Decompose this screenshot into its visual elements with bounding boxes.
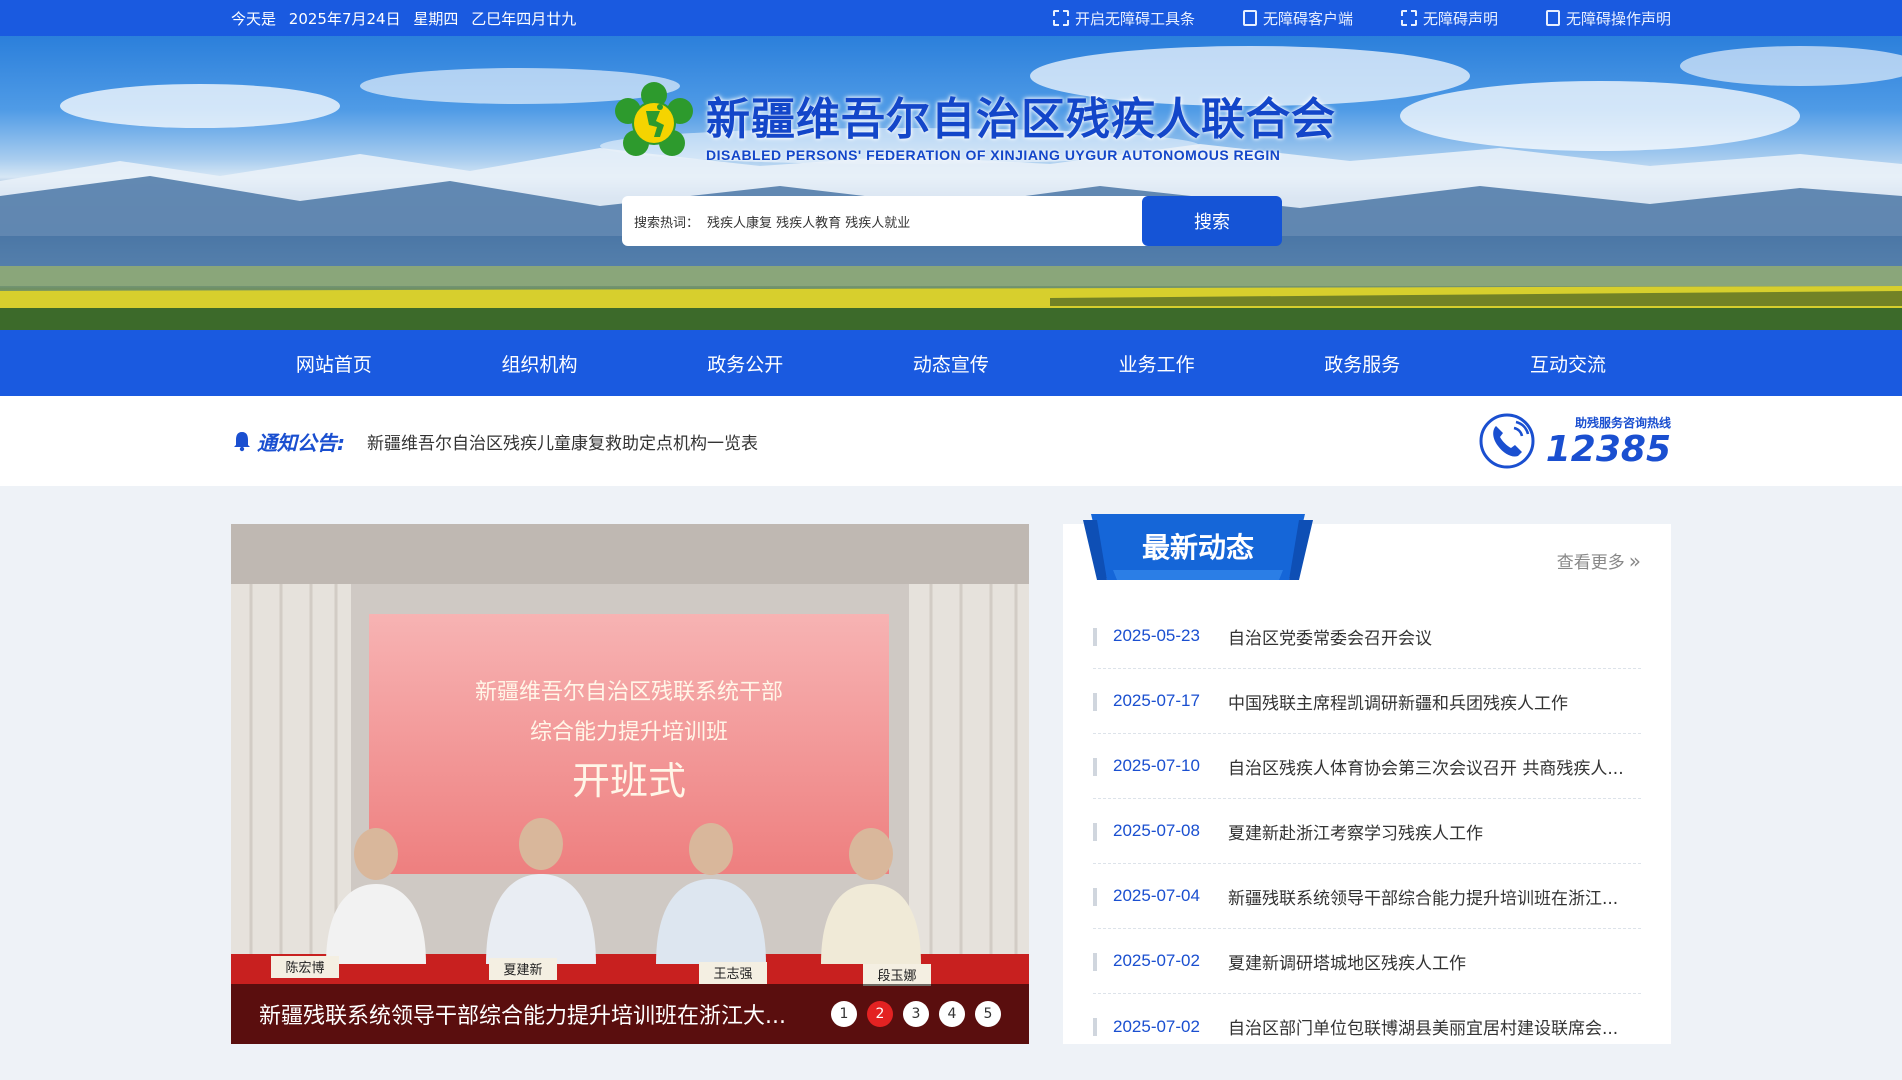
- nav-item-interaction[interactable]: 互动交流: [1465, 350, 1671, 377]
- carousel-photo: 新疆维吾尔自治区残联系统干部 综合能力提升培训班 开班式 陈宏博 夏建新 王志强…: [231, 524, 1029, 1044]
- accessibility-operation-link[interactable]: 无障碍操作声明: [1545, 8, 1671, 29]
- notice-bar: 通知公告: 新疆维吾尔自治区残疾儿童康复救助定点机构一览表 助残服务咨询热线 1…: [0, 396, 1902, 486]
- accessibility-client-link[interactable]: 无障碍客户端: [1242, 8, 1353, 29]
- news-date: 2025-07-04: [1113, 886, 1200, 905]
- link-label: 无障碍操作声明: [1565, 9, 1671, 28]
- search-input[interactable]: 搜索热词： 残疾人康复 残疾人教育 残疾人就业: [622, 196, 1148, 246]
- news-date: 2025-07-10: [1113, 756, 1200, 775]
- date-prefix: 今天是: [231, 9, 277, 28]
- site-title-cn: 新疆维吾尔自治区残疾人联合会: [706, 94, 1336, 145]
- carousel-caption-bar: 新疆残联系统领导干部综合能力提升培训班在浙江大... 1 2 3 4 5: [231, 984, 1029, 1044]
- search-bar: 搜索热词： 残疾人康复 残疾人教育 残疾人就业 搜索: [622, 196, 1282, 246]
- accessibility-toolbar-link[interactable]: 开启无障碍工具条: [1052, 8, 1195, 29]
- phone-icon: [1479, 413, 1535, 469]
- list-item[interactable]: 2025-07-17 中国残联主席程凯调研新疆和兵团残疾人工作: [1093, 669, 1641, 734]
- accessibility-statement-link[interactable]: 无障碍声明: [1400, 8, 1498, 29]
- date-text: 2025年7月24日: [288, 9, 401, 28]
- lunar-date-text: 乙巳年四月廿九: [471, 9, 577, 28]
- nav-item-organization[interactable]: 组织机构: [437, 350, 643, 377]
- top-bar: 今天是 2025年7月24日 星期四 乙巳年四月廿九 开启无障碍工具条 无障碍客…: [0, 0, 1902, 36]
- notice-label: 通知公告:: [257, 430, 345, 455]
- hotline-title: 助残服务咨询热线: [1574, 415, 1671, 430]
- news-title[interactable]: 自治区部门单位包联博湖县美丽宜居村建设联席会...: [1228, 1014, 1618, 1039]
- news-carousel[interactable]: 新疆维吾尔自治区残联系统干部 综合能力提升培训班 开班式 陈宏博 夏建新 王志强…: [231, 524, 1029, 1044]
- list-item[interactable]: 2025-07-04 新疆残联系统领导干部综合能力提升培训班在浙江...: [1093, 864, 1641, 929]
- carousel-dot-1[interactable]: 1: [831, 1001, 857, 1027]
- mobile-icon: [1545, 10, 1560, 26]
- carousel-dot-5[interactable]: 5: [975, 1001, 1001, 1027]
- hot-words-label: 搜索热词：: [634, 215, 700, 231]
- news-date: 2025-07-02: [1113, 1016, 1200, 1036]
- site-title-en: DISABLED PERSONS' FEDERATION OF XINJIANG…: [706, 147, 1281, 163]
- carousel-dot-2[interactable]: 2: [867, 1001, 893, 1027]
- main-content: 新疆维吾尔自治区残联系统干部 综合能力提升培训班 开班式 陈宏博 夏建新 王志强…: [0, 486, 1902, 1044]
- site-logo[interactable]: 新疆维吾尔自治区残疾人联合会 DISABLED PERSONS' FEDERAT…: [612, 81, 1336, 165]
- latest-news-title: 最新动态: [1141, 531, 1254, 564]
- main-nav: 网站首页 组织机构 政务公开 动态宣传 业务工作 政务服务 互动交流: [0, 330, 1902, 396]
- double-chevron-right-icon: »: [1628, 549, 1641, 573]
- hot-words[interactable]: 残疾人康复 残疾人教育 残疾人就业: [707, 212, 910, 231]
- nav-item-government-affairs[interactable]: 政务公开: [642, 350, 848, 377]
- list-item[interactable]: 2025-07-02 夏建新调研塔城地区残疾人工作: [1093, 929, 1641, 994]
- list-item[interactable]: 2025-07-02 自治区部门单位包联博湖县美丽宜居村建设联席会...: [1093, 994, 1641, 1059]
- accessibility-links: 开启无障碍工具条 无障碍客户端 无障碍声明 无障碍操作声明: [1052, 8, 1671, 29]
- news-title[interactable]: 夏建新赴浙江考察学习残疾人工作: [1228, 819, 1483, 844]
- list-item[interactable]: 2025-07-10 自治区残疾人体育协会第三次会议召开 共商残疾人...: [1093, 734, 1641, 799]
- accessibility-scan-icon: [1400, 10, 1417, 26]
- news-title[interactable]: 夏建新调研塔城地区残疾人工作: [1228, 949, 1466, 974]
- carousel-pagination: 1 2 3 4 5: [831, 1001, 1001, 1027]
- weekday-text: 星期四: [413, 9, 459, 28]
- link-label: 无障碍客户端: [1262, 9, 1353, 28]
- nameplate-1: 陈宏博: [285, 960, 324, 976]
- header-banner: 新疆维吾尔自治区残疾人联合会 DISABLED PERSONS' FEDERAT…: [0, 36, 1902, 330]
- carousel-caption[interactable]: 新疆残联系统领导干部综合能力提升培训班在浙江大...: [259, 998, 821, 1030]
- mobile-icon: [1242, 10, 1257, 26]
- news-title[interactable]: 自治区残疾人体育协会第三次会议召开 共商残疾人...: [1228, 754, 1624, 779]
- news-date: 2025-07-08: [1113, 821, 1200, 840]
- screen-line-2: 综合能力提升培训班: [530, 720, 728, 745]
- accessibility-scan-icon: [1052, 10, 1069, 26]
- federation-emblem-icon: [615, 82, 693, 156]
- service-hotline: 助残服务咨询热线 12385: [1478, 412, 1671, 470]
- news-date: 2025-07-17: [1113, 691, 1200, 710]
- news-date: 2025-07-02: [1113, 951, 1200, 970]
- news-title[interactable]: 新疆残联系统领导干部综合能力提升培训班在浙江...: [1228, 884, 1618, 909]
- latest-news-panel: 最新动态 查看更多» 2025-05-23 自治区党委常委会召开会议 2025-…: [1063, 514, 1671, 1044]
- carousel-dot-4[interactable]: 4: [939, 1001, 965, 1027]
- date-display: 今天是 2025年7月24日 星期四 乙巳年四月廿九: [231, 8, 584, 29]
- list-item[interactable]: 2025-07-08 夏建新赴浙江考察学习残疾人工作: [1093, 799, 1641, 864]
- hotline-number: 12385: [1545, 428, 1671, 470]
- nav-item-business[interactable]: 业务工作: [1054, 350, 1260, 377]
- bell-icon: [234, 432, 250, 452]
- news-list: 2025-05-23 自治区党委常委会召开会议 2025-07-17 中国残联主…: [1093, 524, 1641, 1059]
- search-button[interactable]: 搜索: [1142, 196, 1282, 246]
- nav-item-news[interactable]: 动态宣传: [848, 350, 1054, 377]
- news-date: 2025-05-23: [1113, 626, 1200, 645]
- list-item[interactable]: 2025-05-23 自治区党委常委会召开会议: [1093, 604, 1641, 669]
- view-more-link[interactable]: 查看更多»: [1557, 548, 1641, 573]
- link-label: 无障碍声明: [1422, 9, 1498, 28]
- view-more-label: 查看更多: [1556, 553, 1625, 573]
- carousel-dot-3[interactable]: 3: [903, 1001, 929, 1027]
- notice-link[interactable]: 新疆维吾尔自治区残疾儿童康复救助定点机构一览表: [367, 429, 758, 454]
- screen-line-1: 新疆维吾尔自治区残联系统干部: [475, 680, 783, 705]
- nameplate-4: 段玉娜: [877, 969, 916, 984]
- nav-item-home[interactable]: 网站首页: [231, 350, 437, 377]
- news-title[interactable]: 中国残联主席程凯调研新疆和兵团残疾人工作: [1228, 689, 1568, 714]
- news-title[interactable]: 自治区党委常委会召开会议: [1228, 624, 1432, 649]
- latest-news-tab[interactable]: 最新动态: [1083, 514, 1313, 580]
- nameplate-2: 夏建新: [503, 962, 542, 978]
- screen-line-3: 开班式: [572, 759, 686, 803]
- nav-item-services[interactable]: 政务服务: [1259, 350, 1465, 377]
- nameplate-3: 王志强: [713, 967, 752, 982]
- link-label: 开启无障碍工具条: [1074, 9, 1195, 28]
